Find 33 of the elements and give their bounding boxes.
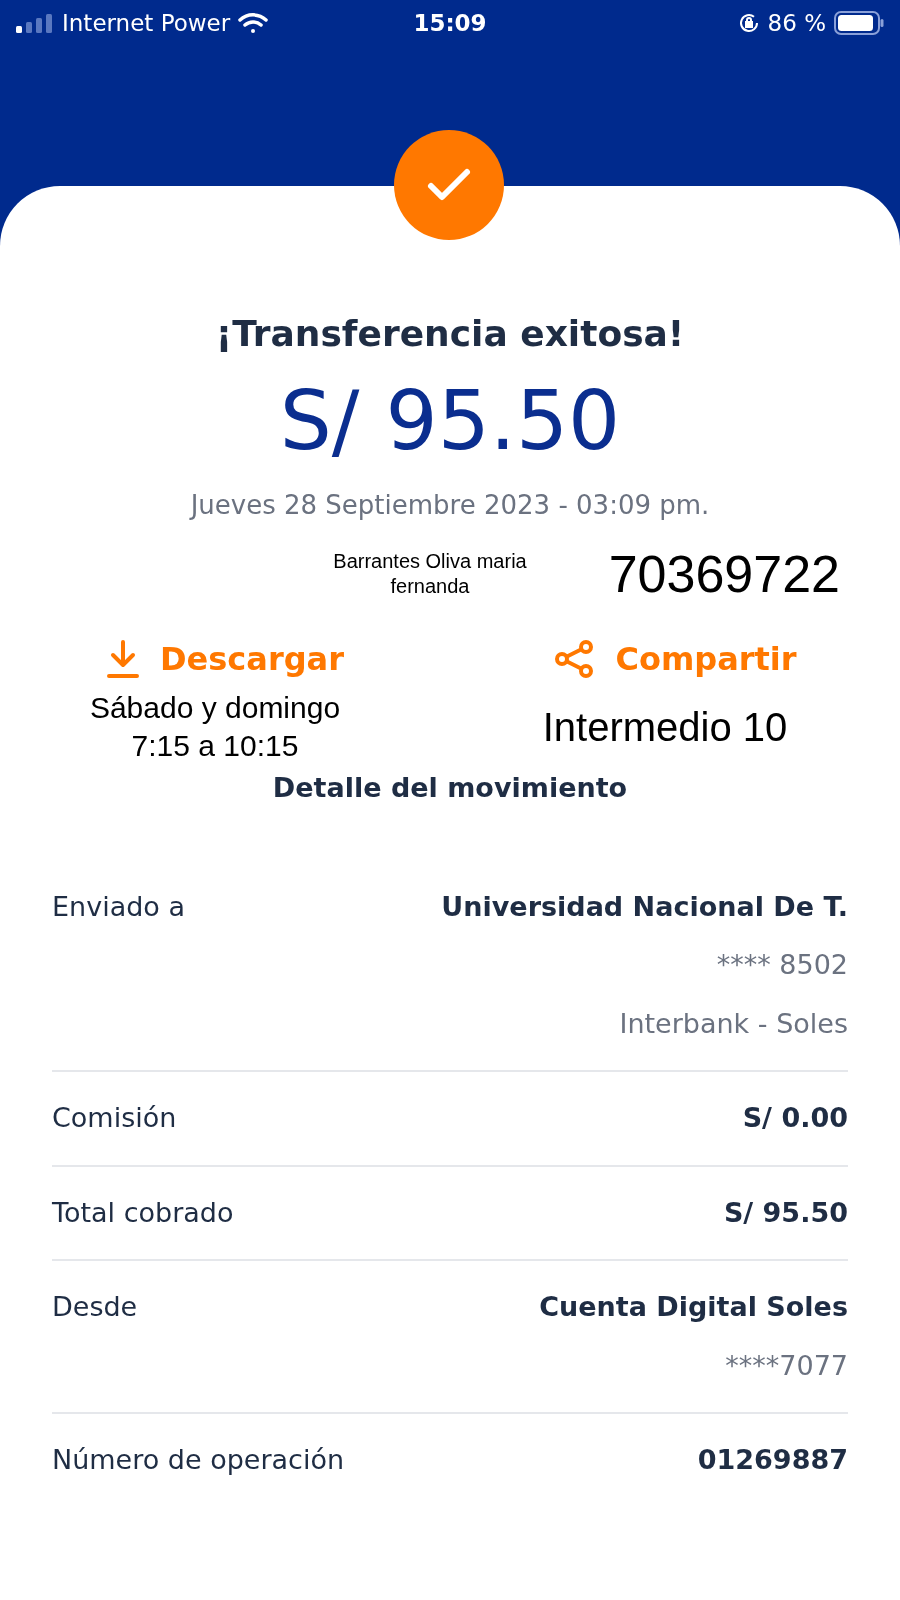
download-icon (106, 639, 141, 679)
recipient-number: 70369722 (608, 544, 840, 605)
battery-percent: 86 % (767, 8, 826, 38)
recipient-name: Barrantes Oliva maria fernanda (332, 549, 528, 599)
carrier-name: Internet Power (62, 8, 231, 38)
check-icon (426, 167, 472, 203)
status-time: 15:09 (413, 8, 487, 38)
date-time: Jueves 28 Septiembre 2023 - 03:09 pm. (190, 489, 710, 522)
detail-label: Desde (52, 1290, 138, 1324)
share-button[interactable]: Compartir (553, 635, 797, 683)
detail-label: Número de operación (52, 1443, 345, 1477)
detail-value: S/ 0.00 (742, 1101, 848, 1135)
detail-subtext: ****7077 (725, 1348, 848, 1383)
detail-label: Comisión (52, 1101, 177, 1135)
detail-value: Universidad Nacional De T. (441, 889, 848, 924)
rotation-lock-icon (737, 12, 760, 34)
detail-label: Enviado a (52, 889, 185, 924)
battery-icon (834, 11, 884, 35)
share-icon (553, 639, 596, 679)
section-title: Detalle del movimiento (272, 771, 628, 805)
detail-label: Total cobrado (52, 1195, 234, 1230)
wifi-icon (238, 12, 269, 34)
detail-value: 01269887 (697, 1443, 848, 1477)
detail-subtext: **** 8502 (716, 948, 848, 982)
schedule-text: Sábado y domingo 7:15 a 10:15 (88, 690, 342, 764)
amount: S/ 95.50 (279, 380, 621, 462)
signal-icon (16, 13, 54, 33)
level-text: Intermedio 10 (541, 703, 789, 751)
success-title: ¡Transferencia exitosa! (215, 316, 685, 352)
detail-value: Cuenta Digital Soles (539, 1290, 848, 1324)
download-button[interactable]: Descargar (106, 635, 344, 683)
detail-value: S/ 95.50 (723, 1195, 848, 1230)
detail-subtext: Interbank - Soles (619, 1006, 848, 1041)
